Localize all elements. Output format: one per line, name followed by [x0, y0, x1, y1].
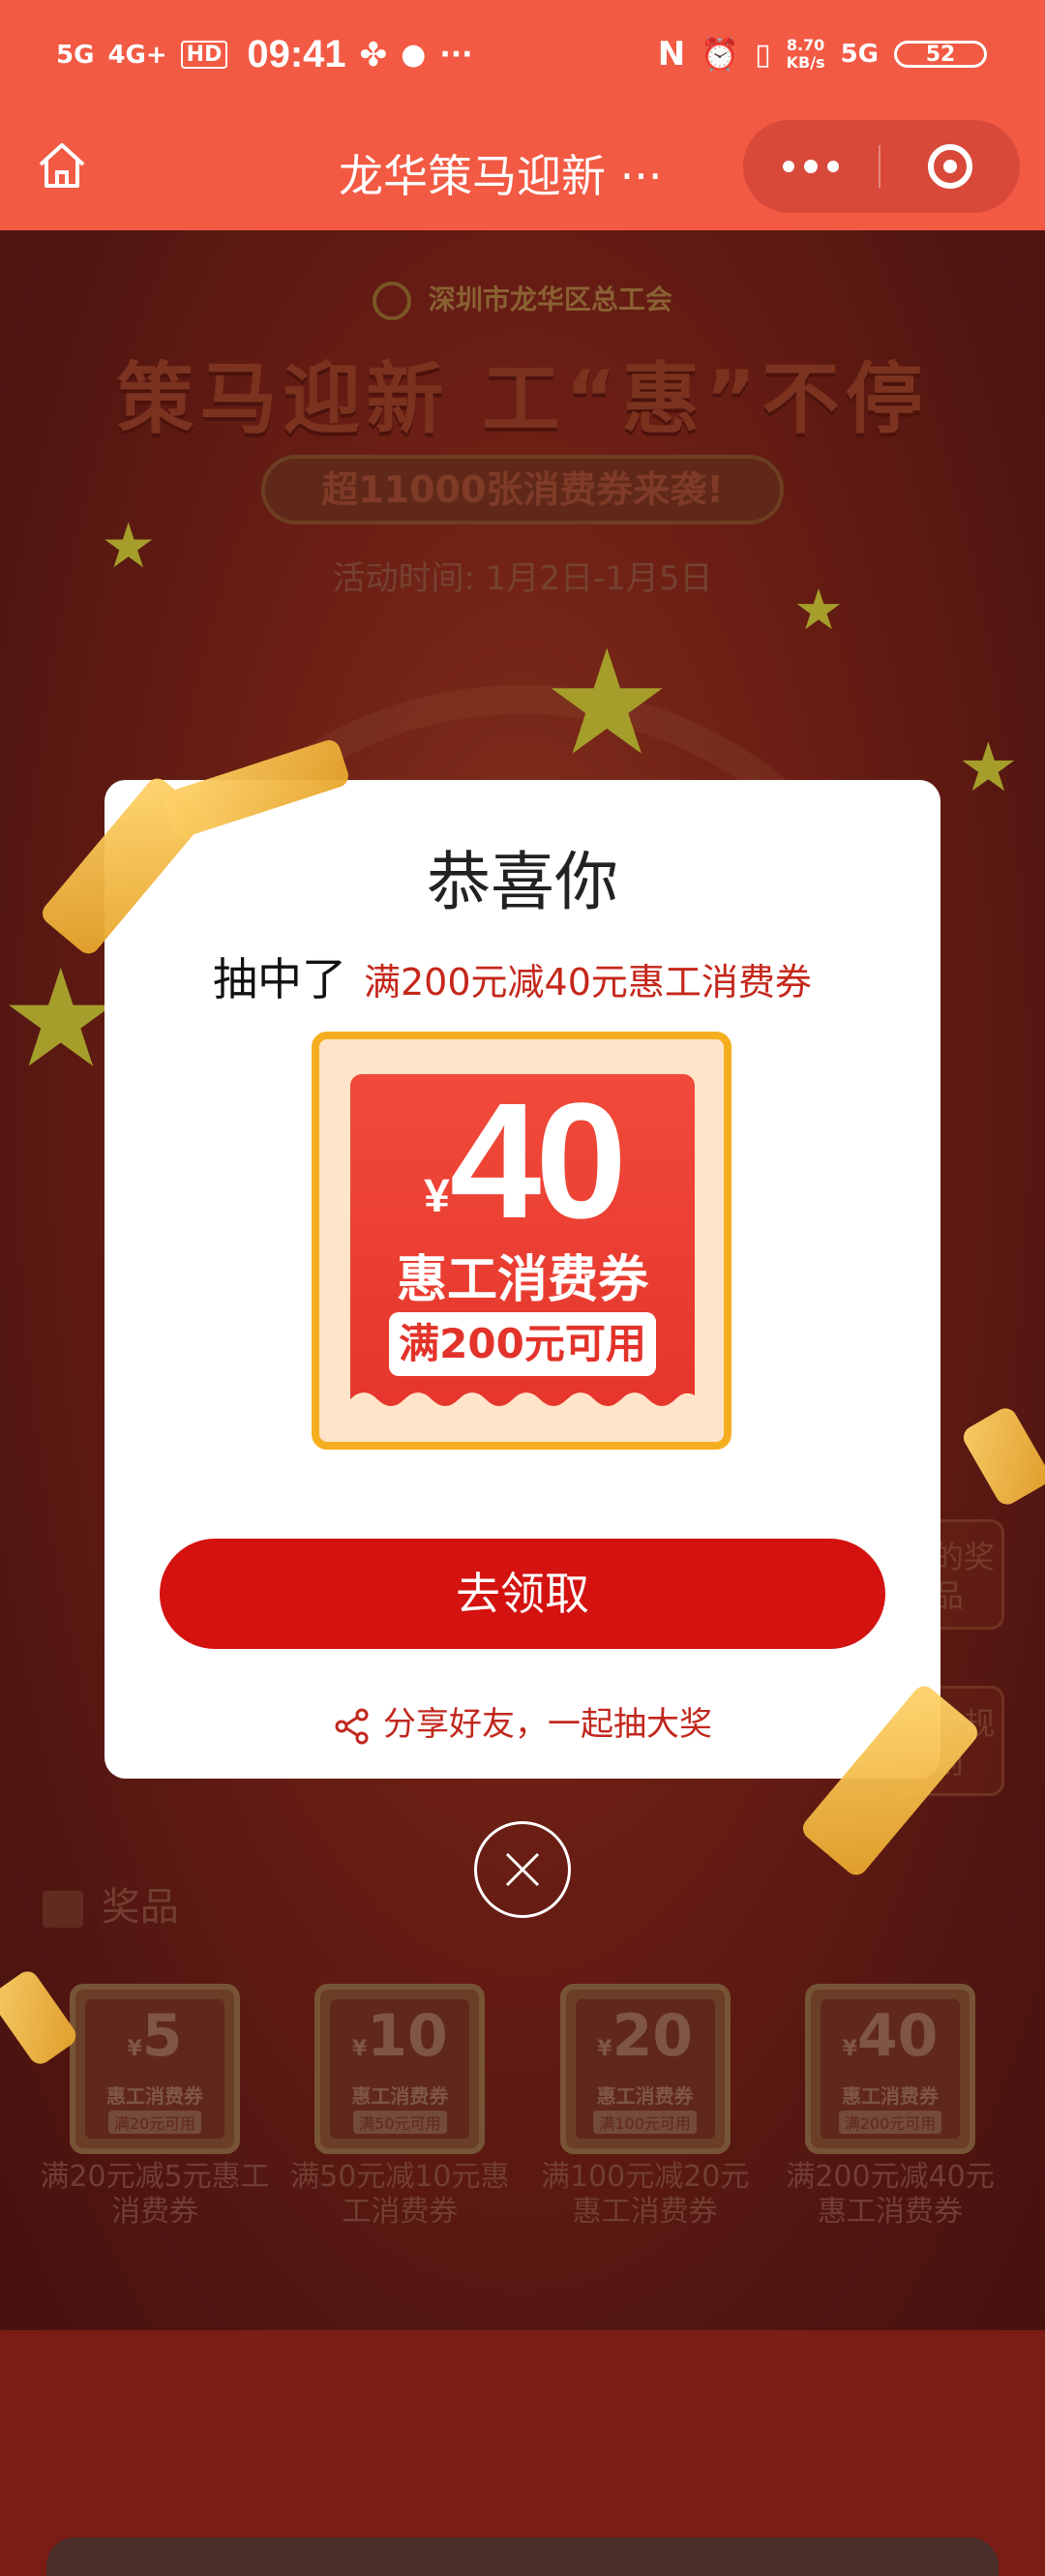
- close-icon: [505, 1852, 540, 1887]
- net-speed-value: 8.70: [786, 36, 825, 54]
- currency-symbol: ¥: [424, 1171, 450, 1222]
- nav-bar: 龙华策马迎新 ···: [0, 116, 1045, 230]
- miniprogram-capsule: [743, 120, 1020, 213]
- dot-icon: [827, 161, 839, 172]
- vibrate-icon: ▯: [755, 37, 771, 72]
- home-button[interactable]: [35, 137, 89, 192]
- status-bar: 5G 4G+ HD 09:41 ✤ ● ··· N ⏰ ▯ 8.70 KB/s …: [0, 0, 1045, 116]
- battery-level: 52: [925, 42, 956, 67]
- hd-icon: HD: [180, 41, 228, 69]
- home-icon: [39, 143, 85, 188]
- dialog-title: 恭喜你: [427, 845, 618, 919]
- wechat-icon: ●: [401, 38, 427, 72]
- coupon-label: 惠工消费券: [396, 1251, 648, 1309]
- won-prize-name: 满200元减40元惠工消费券: [364, 961, 812, 1003]
- dot-icon: [804, 160, 818, 173]
- net-speed-unit: KB/s: [786, 53, 825, 72]
- more-notifications: ···: [439, 38, 473, 72]
- prize-dialog: 恭喜你 抽中了 满200元减40元惠工消费券 ¥40 惠工消费券 满200元可用 …: [104, 780, 940, 1779]
- coupon-condition: 满200元可用: [389, 1312, 656, 1376]
- dot-icon: [783, 161, 794, 172]
- alarm-icon: ⏰: [701, 36, 740, 73]
- share-text: 分享好友，一起抽大奖: [383, 1705, 712, 1744]
- coupon-value: 40: [449, 1074, 627, 1253]
- page-title: 龙华策马迎新 ···: [339, 150, 663, 202]
- wave-edge-icon: [350, 1393, 695, 1415]
- fan-icon: ✤: [359, 35, 388, 75]
- battery-icon: 52: [894, 41, 987, 68]
- clock: 09:41: [247, 33, 346, 75]
- signal-5g-icon: 5G: [56, 40, 95, 70]
- bottom-sheet-handle: [46, 2537, 999, 2576]
- close-miniprogram-button[interactable]: [881, 120, 1020, 213]
- close-dialog-button[interactable]: [474, 1821, 571, 1918]
- signal-4g-icon: 4G+: [107, 40, 167, 70]
- coupon-ticket: ¥40 惠工消费券 满200元可用: [350, 1074, 695, 1415]
- won-line: 抽中了 满200元减40元惠工消费券: [213, 944, 812, 1008]
- coupon-card: ¥40 惠工消费券 满200元可用: [312, 1032, 732, 1450]
- share-link[interactable]: 分享好友，一起抽大奖: [104, 1697, 940, 1746]
- share-icon: [335, 1708, 369, 1744]
- more-menu-button[interactable]: [743, 120, 879, 213]
- network-icon: 5G: [840, 40, 879, 69]
- coupon-amount: ¥40: [350, 1074, 695, 1248]
- won-prefix: 抽中了: [213, 953, 346, 1005]
- target-icon: [928, 144, 972, 189]
- nfc-icon: N: [657, 35, 686, 74]
- net-speed: 8.70 KB/s: [787, 37, 825, 72]
- claim-button[interactable]: 去领取: [160, 1539, 885, 1649]
